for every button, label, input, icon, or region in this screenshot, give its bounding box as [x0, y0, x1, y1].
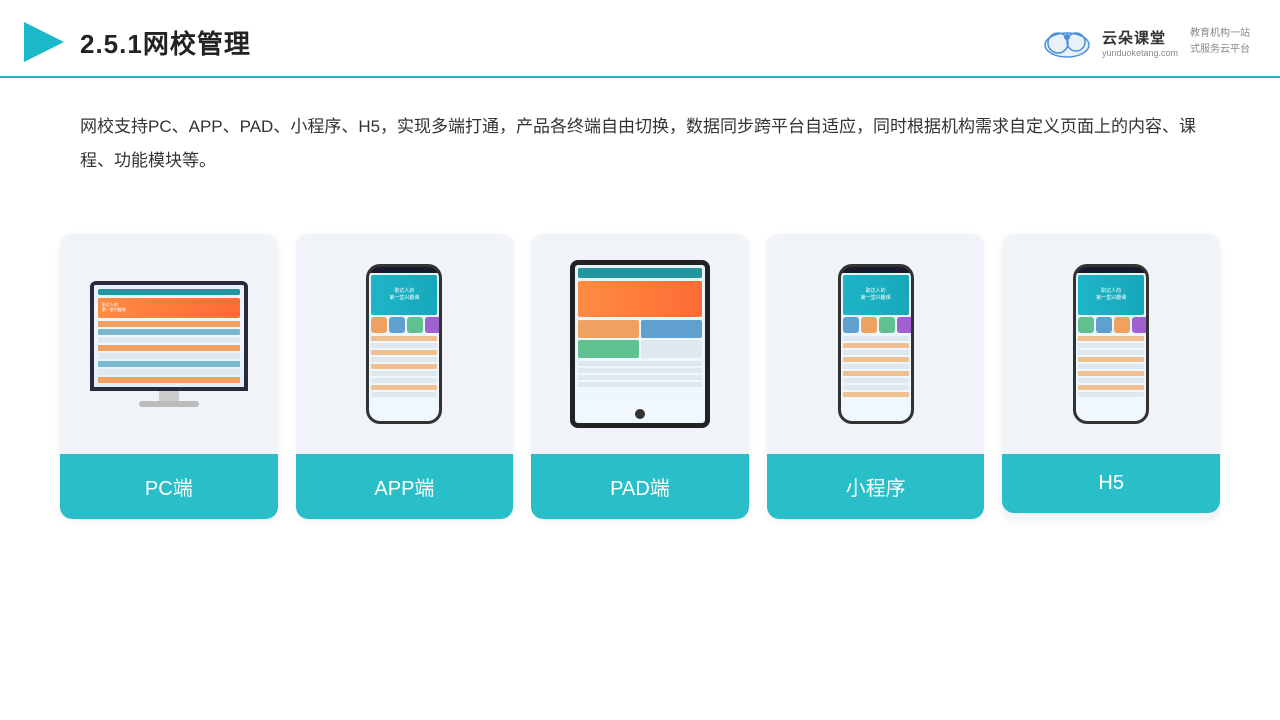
header: 2.5.1网校管理 云朵课堂 yunduoketang.com 教育机构一站 式… [0, 0, 1280, 78]
h5-mockup: 职达人的第一堂兴趣课 [1073, 264, 1149, 424]
play-icon [20, 18, 68, 66]
logo-tagline: 教育机构一站 式服务云平台 [1190, 26, 1250, 58]
miniapp-mockup: 职达人的第一堂兴趣课 [838, 264, 914, 424]
pad-body [570, 260, 710, 428]
card-pc-label: PC端 [60, 454, 278, 519]
card-h5-image: 职达人的第一堂兴趣课 [1002, 234, 1220, 454]
cards-container: 职达人的第一堂兴趣课 [0, 198, 1280, 519]
description-text: 网校支持PC、APP、PAD、小程序、H5，实现多端打通，产品各终端自由切换，数… [0, 78, 1280, 188]
pad-mockup [570, 260, 710, 428]
card-pc-image: 职达人的第一堂兴趣课 [60, 234, 278, 454]
cloud-logo-icon [1040, 23, 1094, 61]
card-h5-label: H5 [1002, 454, 1220, 513]
page-title: 2.5.1网校管理 [80, 24, 251, 61]
card-app-image: 职达人的第一堂兴趣课 [296, 234, 514, 454]
logo-url: yunduoketang.com [1102, 48, 1178, 58]
card-miniapp-label: 小程序 [767, 454, 985, 519]
description-content: 网校支持PC、APP、PAD、小程序、H5，实现多端打通，产品各终端自由切换，数… [80, 117, 1196, 170]
header-left: 2.5.1网校管理 [20, 18, 251, 66]
pc-screen: 职达人的第一堂兴趣课 [90, 281, 248, 391]
card-app-label: APP端 [296, 454, 514, 519]
miniapp-phone-body: 职达人的第一堂兴趣课 [838, 264, 914, 424]
card-miniapp-image: 职达人的第一堂兴趣课 [767, 234, 985, 454]
h5-phone-body: 职达人的第一堂兴趣课 [1073, 264, 1149, 424]
logo-text-area: 云朵课堂 yunduoketang.com [1102, 27, 1178, 58]
app-mockup: 职达人的第一堂兴趣课 [366, 264, 442, 424]
card-app: 职达人的第一堂兴趣课 [296, 234, 514, 519]
card-miniapp: 职达人的第一堂兴趣课 [767, 234, 985, 519]
card-pad: PAD端 [531, 234, 749, 519]
card-pc: 职达人的第一堂兴趣课 [60, 234, 278, 519]
card-h5: 职达人的第一堂兴趣课 [1002, 234, 1220, 519]
pc-mockup: 职达人的第一堂兴趣课 [90, 281, 248, 407]
app-phone-body: 职达人的第一堂兴趣课 [366, 264, 442, 424]
card-pad-image [531, 234, 749, 454]
card-pad-label: PAD端 [531, 454, 749, 519]
logo-area: 云朵课堂 yunduoketang.com 教育机构一站 式服务云平台 [1040, 23, 1250, 61]
logo-name: 云朵课堂 [1102, 27, 1178, 48]
